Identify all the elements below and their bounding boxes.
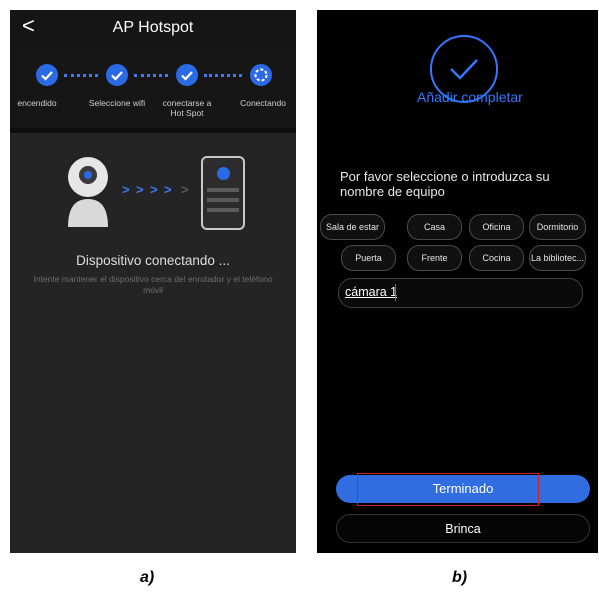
chip-casa[interactable]: Casa	[407, 214, 462, 240]
progress-steps: encendido Seleccione wifi conectarse a H…	[10, 46, 296, 128]
chip-la-biblioteca[interactable]: La bibliotec...	[529, 245, 586, 271]
step-3-label: conectarse a Hot Spot	[162, 98, 212, 118]
text-caret	[395, 284, 396, 301]
device-name-value: cámara 1	[345, 285, 398, 299]
device-name-input[interactable]: cámara 1	[338, 278, 583, 308]
chip-sala-de-estar[interactable]: Sala de estar	[320, 214, 385, 240]
step-3-check-icon	[176, 64, 198, 86]
divider	[10, 128, 296, 133]
connection-status: Dispositivo conectando ...	[76, 253, 230, 268]
skip-button[interactable]: Brinca	[336, 514, 590, 543]
name-prompt: Por favor seleccione o introduzca su nom…	[340, 169, 550, 199]
arrow-icon: >	[164, 182, 172, 197]
step-connector	[134, 74, 168, 80]
step-4-loading-icon	[250, 64, 272, 86]
screen-a: < AP Hotspot encendido Seleccione wifi c…	[10, 10, 296, 553]
highlight-box	[357, 473, 539, 506]
chip-puerta[interactable]: Puerta	[341, 245, 396, 271]
phone-icon	[201, 156, 245, 230]
step-1-label: encendido	[17, 98, 57, 108]
step-connector	[204, 74, 242, 80]
step-2-label: Seleccione wifi	[88, 98, 146, 108]
screen-b: Añadir completar Por favor seleccione o …	[317, 10, 598, 553]
arrow-icon: >	[150, 182, 158, 197]
step-4-label: Conectando	[240, 98, 286, 108]
chip-dormitorio[interactable]: Dormitorio	[529, 214, 586, 240]
page-title: AP Hotspot	[112, 19, 194, 36]
step-1-check-icon	[36, 64, 58, 86]
header-bar: < AP Hotspot	[10, 10, 296, 46]
hint-text: Intente mantener el dispositivo cerca de…	[33, 274, 273, 295]
chip-cocina[interactable]: Cocina	[469, 245, 524, 271]
step-2-check-icon	[106, 64, 128, 86]
arrow-icon: >	[122, 182, 130, 197]
add-complete-label: Añadir completar	[417, 89, 523, 105]
chip-oficina[interactable]: Oficina	[469, 214, 524, 240]
wifi-icon	[217, 167, 230, 180]
step-connector	[64, 74, 98, 80]
caption-a: a)	[140, 569, 155, 586]
arrow-icon: >	[136, 182, 144, 197]
arrow-icon: >	[181, 182, 189, 197]
camera-icon	[68, 157, 108, 227]
chip-frente[interactable]: Frente	[407, 245, 462, 271]
caption-b: b)	[452, 569, 468, 586]
